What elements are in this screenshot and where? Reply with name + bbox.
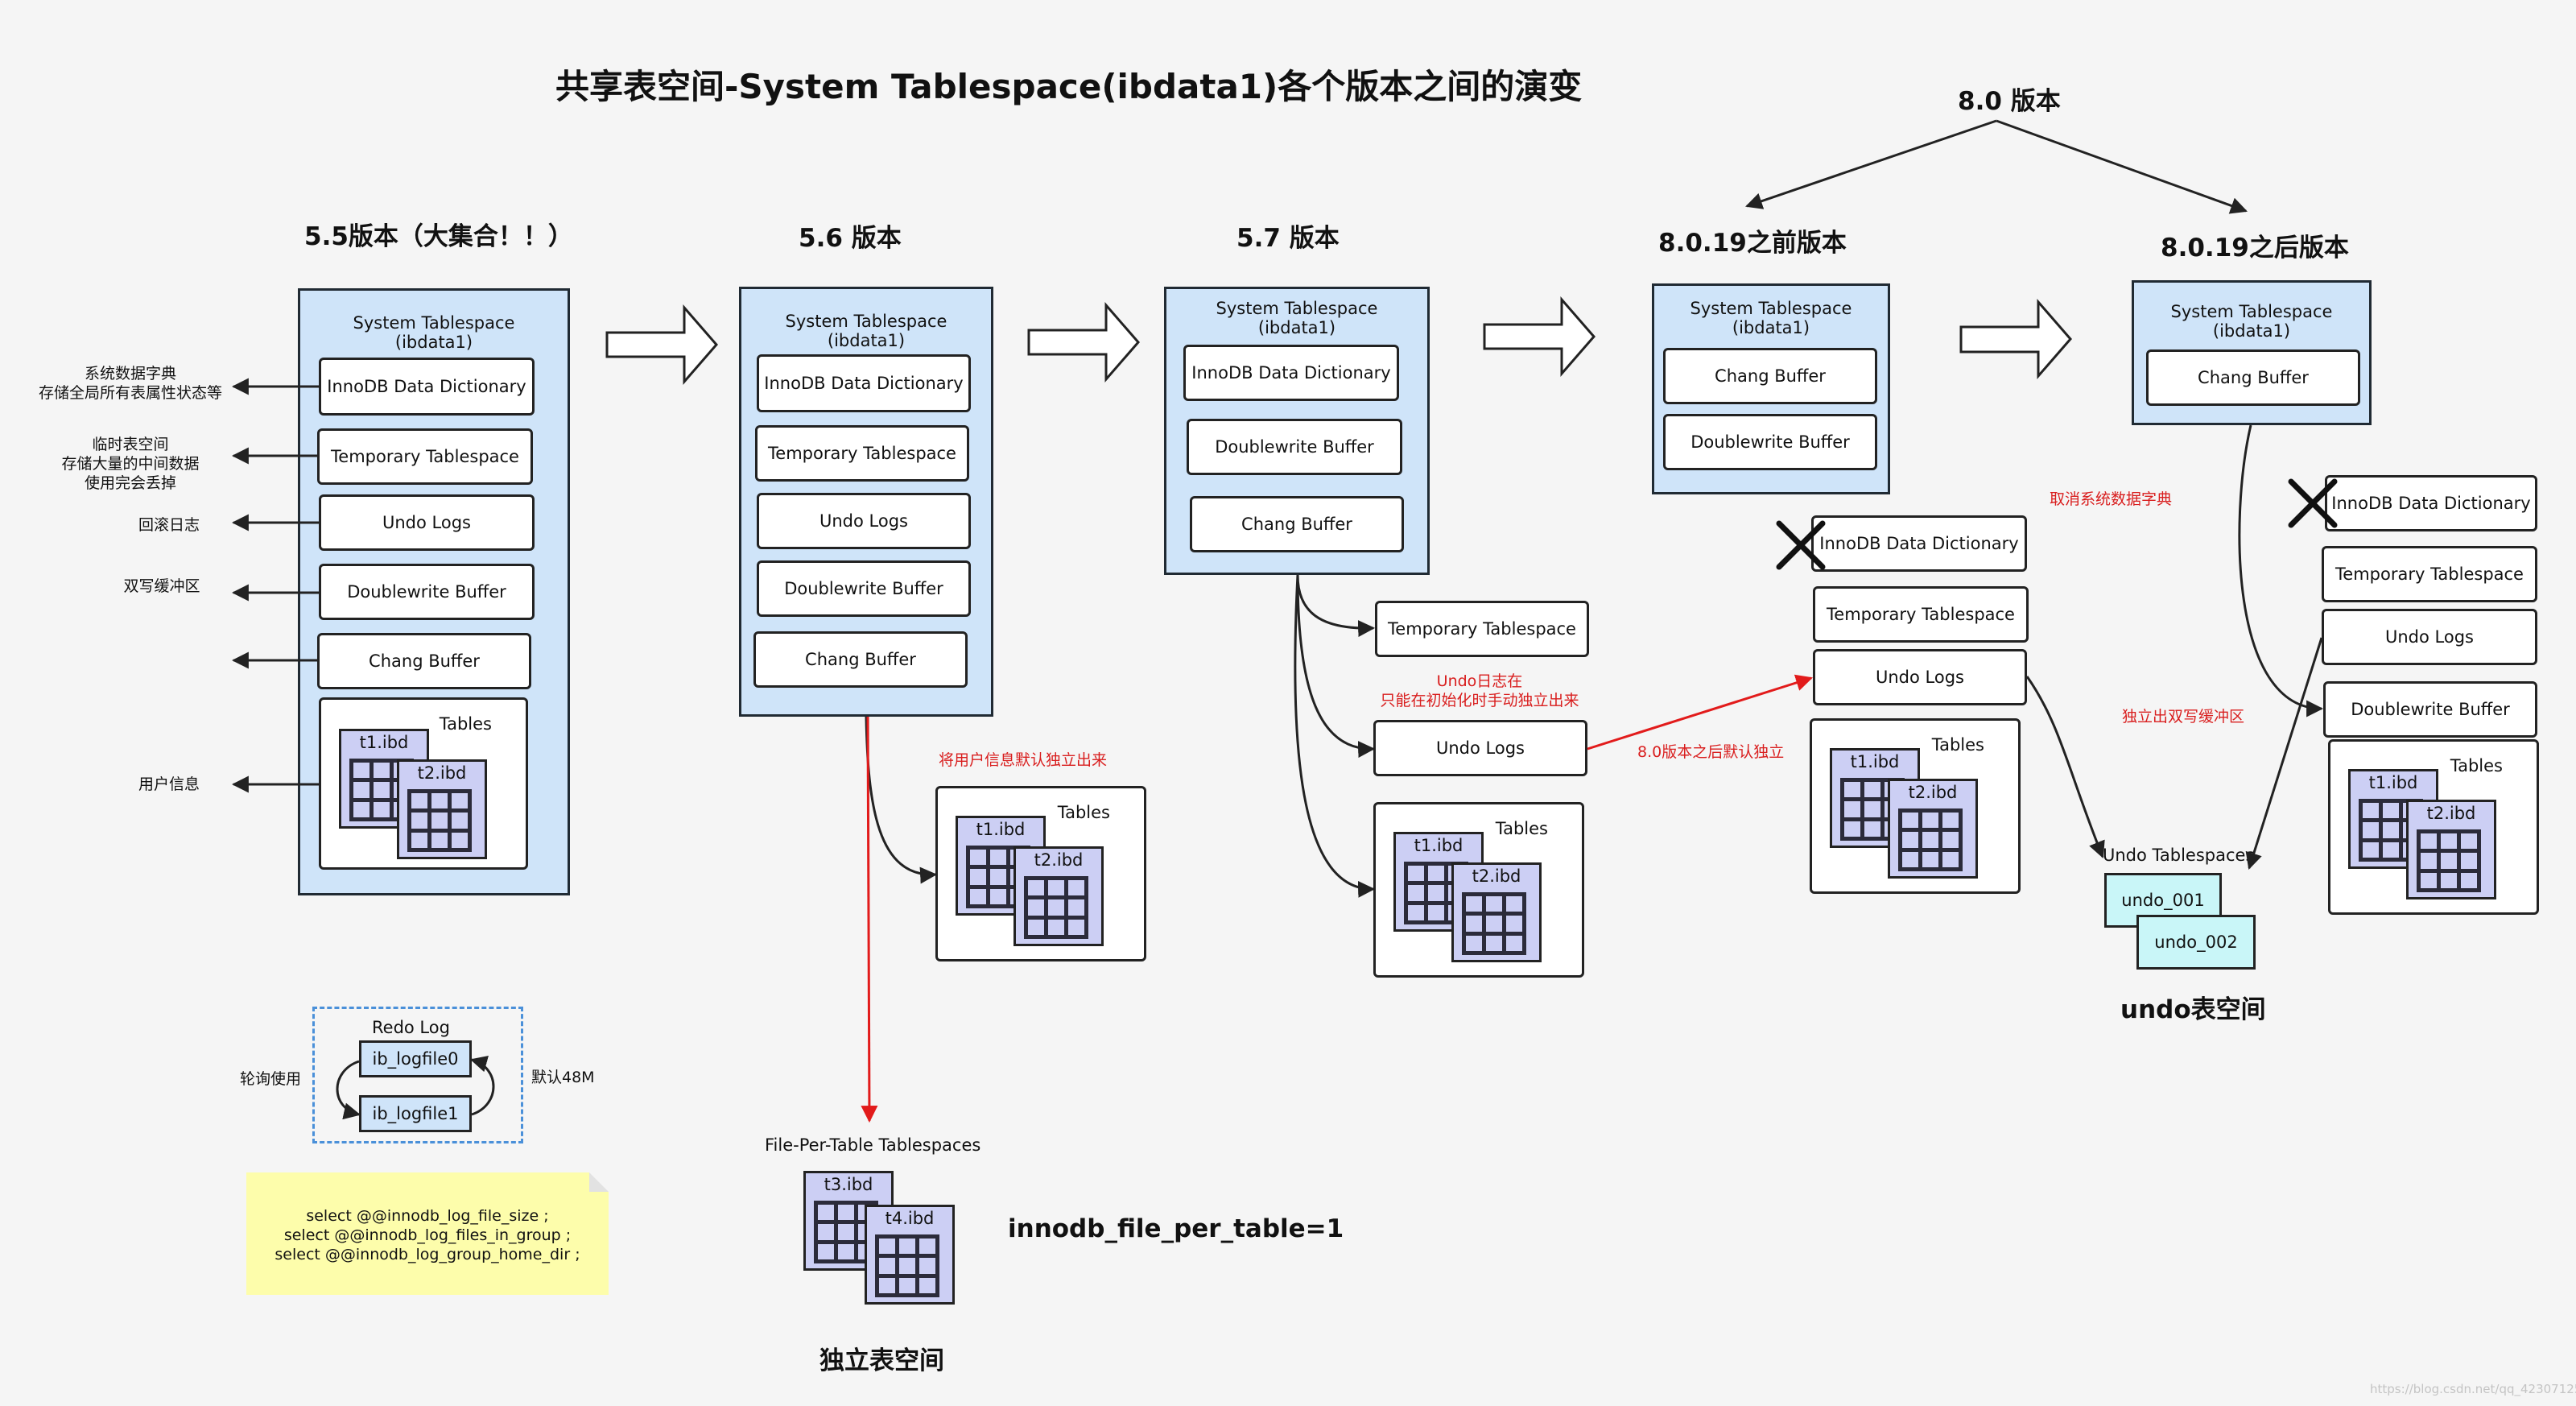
transition-arrow-55-56 [605,304,718,386]
connectors-layer [231,119,2338,1123]
connector-57-undo-to-8019 [1587,674,1814,751]
side-note-arrows [231,378,319,793]
split-arrow-after [1996,119,2248,214]
connector-after-to-dblwr [2238,424,2324,717]
connector-57-tables [1294,574,1376,898]
transition-arrow-57-8019 [1483,296,1596,378]
split-arrow-before [1745,119,1997,209]
connector-56-tables [865,716,938,884]
redo-cycle-arrow-right [469,1055,495,1116]
cross-icon [1776,520,1826,570]
connector-56-file-per-table [861,716,878,1123]
connector-57-temp [1296,574,1376,638]
connector-undo-to-undo-tablespaces [2025,676,2105,858]
cross-icon [2288,478,2338,528]
transition-arrows [605,296,2072,386]
connector-after-undo-to-undo-tablespaces [2245,637,2323,870]
transition-arrow-8019-after [1959,298,2072,380]
connector-57-undo [1296,574,1376,759]
transition-arrow-56-57 [1027,301,1140,383]
redo-cycle-arrow-left [336,1060,361,1120]
